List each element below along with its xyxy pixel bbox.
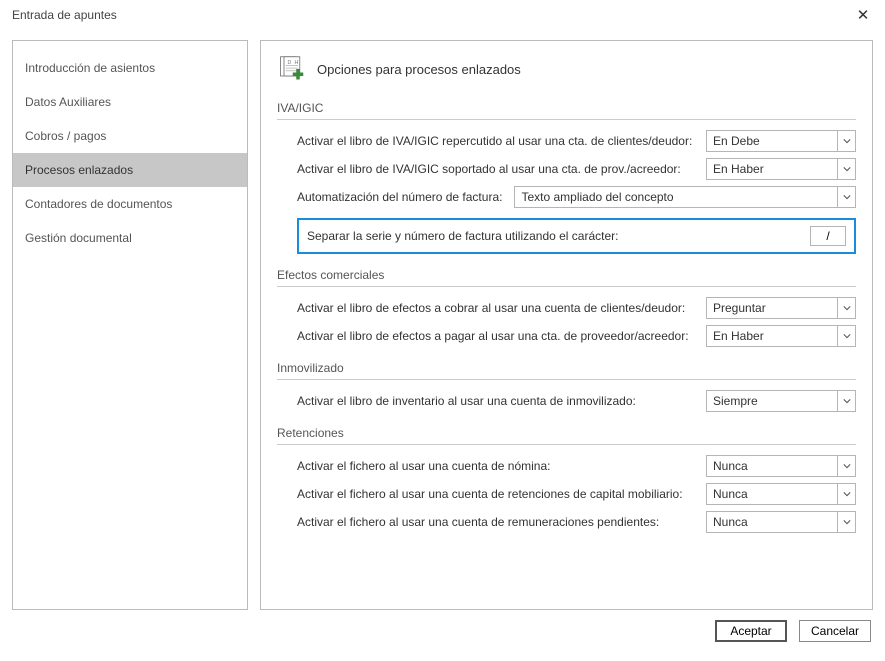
combo-value: En Haber xyxy=(707,162,837,176)
row-efectos-cobrar: Activar el libro de efectos a cobrar al … xyxy=(297,297,856,319)
row-ret-nomina: Activar el fichero al usar una cuenta de… xyxy=(297,455,856,477)
chevron-down-icon xyxy=(837,131,855,151)
sidebar-item-introduccion[interactable]: Introducción de asientos xyxy=(13,51,247,85)
label-ret-capital: Activar el fichero al usar una cuenta de… xyxy=(297,487,694,501)
row-ret-capital: Activar el fichero al usar una cuenta de… xyxy=(297,483,856,505)
svg-text:H: H xyxy=(295,60,299,66)
chevron-down-icon xyxy=(837,512,855,532)
label-ret-nomina: Activar el fichero al usar una cuenta de… xyxy=(297,459,694,473)
combo-efectos-cobrar[interactable]: Preguntar xyxy=(706,297,856,319)
row-iva-repercutido: Activar el libro de IVA/IGIC repercutido… xyxy=(297,130,856,152)
label-efectos-cobrar: Activar el libro de efectos a cobrar al … xyxy=(297,301,694,315)
combo-inventario[interactable]: Siempre xyxy=(706,390,856,412)
svg-text:D: D xyxy=(288,60,292,66)
combo-efectos-pagar[interactable]: En Haber xyxy=(706,325,856,347)
section-header-inmovilizado: Inmovilizado xyxy=(277,361,856,380)
section-header-iva: IVA/IGIC xyxy=(277,101,856,120)
chevron-down-icon xyxy=(837,391,855,411)
chevron-down-icon xyxy=(837,298,855,318)
label-ret-remuneraciones: Activar el fichero al usar una cuenta de… xyxy=(297,515,694,529)
panel-header: D H Opciones para procesos enlazados xyxy=(277,55,856,83)
section-header-retenciones: Retenciones xyxy=(277,426,856,445)
combo-iva-soportado[interactable]: En Haber xyxy=(706,158,856,180)
sidebar: Introducción de asientos Datos Auxiliare… xyxy=(12,40,248,610)
combo-iva-repercutido[interactable]: En Debe xyxy=(706,130,856,152)
row-efectos-pagar: Activar el libro de efectos a pagar al u… xyxy=(297,325,856,347)
cancel-button[interactable]: Cancelar xyxy=(799,620,871,642)
label-iva-soportado: Activar el libro de IVA/IGIC soportado a… xyxy=(297,162,694,176)
panel-title: Opciones para procesos enlazados xyxy=(317,62,521,77)
input-caracter-separador[interactable] xyxy=(810,226,846,246)
combo-ret-capital[interactable]: Nunca xyxy=(706,483,856,505)
window-title: Entrada de apuntes xyxy=(12,8,117,22)
combo-value: Siempre xyxy=(707,394,837,408)
title-bar: Entrada de apuntes ✕ xyxy=(0,0,885,30)
chevron-down-icon xyxy=(837,484,855,504)
document-plus-icon: D H xyxy=(277,55,305,83)
combo-value: Preguntar xyxy=(707,301,837,315)
main-panel: D H Opciones para procesos enlazados IVA… xyxy=(260,40,873,610)
close-icon[interactable]: ✕ xyxy=(851,6,875,24)
sidebar-item-contadores[interactable]: Contadores de documentos xyxy=(13,187,247,221)
combo-value: Nunca xyxy=(707,515,837,529)
sidebar-item-cobros[interactable]: Cobros / pagos xyxy=(13,119,247,153)
row-iva-soportado: Activar el libro de IVA/IGIC soportado a… xyxy=(297,158,856,180)
row-automatizacion-factura: Automatización del número de factura: Te… xyxy=(297,186,856,208)
sidebar-item-datos-aux[interactable]: Datos Auxiliares xyxy=(13,85,247,119)
combo-value: Nunca xyxy=(707,459,837,473)
combo-ret-nomina[interactable]: Nunca xyxy=(706,455,856,477)
label-automatizacion: Automatización del número de factura: xyxy=(297,190,502,204)
label-iva-repercutido: Activar el libro de IVA/IGIC repercutido… xyxy=(297,134,694,148)
combo-ret-remuneraciones[interactable]: Nunca xyxy=(706,511,856,533)
row-separador-serie: Separar la serie y número de factura uti… xyxy=(297,218,856,254)
row-inventario: Activar el libro de inventario al usar u… xyxy=(297,390,856,412)
combo-value: En Debe xyxy=(707,134,837,148)
sidebar-item-procesos-enlazados[interactable]: Procesos enlazados xyxy=(13,153,247,187)
accept-button[interactable]: Aceptar xyxy=(715,620,787,642)
section-header-efectos: Efectos comerciales xyxy=(277,268,856,287)
sidebar-item-gestion-documental[interactable]: Gestión documental xyxy=(13,221,247,255)
row-ret-remuneraciones: Activar el fichero al usar una cuenta de… xyxy=(297,511,856,533)
combo-value: Nunca xyxy=(707,487,837,501)
chevron-down-icon xyxy=(837,456,855,476)
label-efectos-pagar: Activar el libro de efectos a pagar al u… xyxy=(297,329,694,343)
chevron-down-icon xyxy=(837,187,855,207)
content-area: Introducción de asientos Datos Auxiliare… xyxy=(0,30,885,610)
combo-value: En Haber xyxy=(707,329,837,343)
combo-automatizacion[interactable]: Texto ampliado del concepto xyxy=(514,186,856,208)
chevron-down-icon xyxy=(837,326,855,346)
combo-value: Texto ampliado del concepto xyxy=(515,190,837,204)
footer-buttons: Aceptar Cancelar xyxy=(0,610,885,642)
chevron-down-icon xyxy=(837,159,855,179)
label-separador: Separar la serie y número de factura uti… xyxy=(307,229,800,243)
label-inventario: Activar el libro de inventario al usar u… xyxy=(297,394,694,408)
